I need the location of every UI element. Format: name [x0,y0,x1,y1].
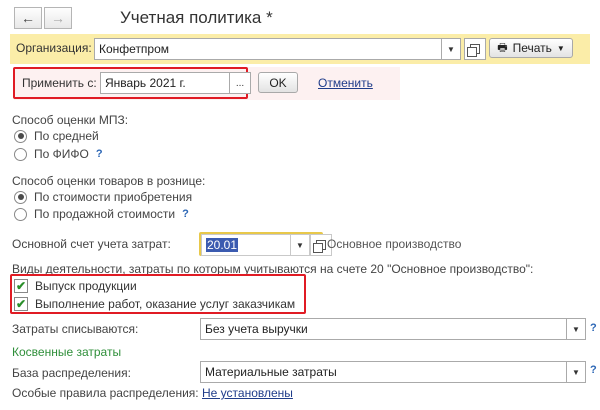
cost-account-value: 20.01 [206,238,239,252]
distribution-rules-link[interactable]: Не установлены [202,386,293,400]
writeoff-help-icon[interactable]: ? [590,322,597,334]
distribution-base-select[interactable]: Материальные затраты [200,361,567,383]
checkbox-checked-icon: ✔ [14,297,28,311]
cost-account-description: Основное производство [327,237,462,251]
radio-selected-icon [14,129,27,143]
distribution-base-label: База распределения: [12,366,131,380]
chevron-down-icon: ▼ [556,43,565,53]
print-button[interactable]: 🖶 Печать ▼ [489,38,573,58]
mpz-section-title: Способ оценки МПЗ: [12,113,129,127]
mpz-option-fifo[interactable]: По ФИФО ? [14,147,103,161]
activity-products-label: Выпуск продукции [35,279,137,293]
checkbox-checked-icon: ✔ [14,279,28,293]
mpz-option-average[interactable]: По средней [14,129,99,143]
radio-unselected-icon [14,147,27,161]
open-form-icon [467,44,480,57]
indirect-costs-title: Косвенные затраты [12,345,122,359]
organization-field-group: Конфетпром ▼ [94,38,486,60]
organization-input[interactable]: Конфетпром [94,38,442,60]
distribution-rules-label: Особые правила распределения: [12,386,199,400]
mpz-option-average-label: По средней [34,129,99,143]
distribution-base-group: Материальные затраты ▼ [200,361,586,383]
writeoff-group: Без учета выручки ▼ [200,318,586,340]
retail-option-purchase[interactable]: По стоимости приобретения [14,190,192,204]
retail-option-purchase-label: По стоимости приобретения [34,190,193,204]
ok-button[interactable]: OK [258,72,298,93]
apply-date-group: Январь 2021 г. ... [100,72,251,94]
chevron-down-icon: ▼ [447,44,455,54]
retail-option-sale[interactable]: По продажной стоимости ? [14,207,189,221]
printer-icon: 🖶 [497,41,508,54]
retail-section-title: Способ оценки товаров в рознице: [12,174,206,188]
chevron-down-icon: ▼ [296,240,304,250]
mpz-option-fifo-label: По ФИФО [34,147,89,161]
apply-date-input[interactable]: Январь 2021 г. [100,72,230,94]
help-icon[interactable]: ? [96,148,103,160]
print-button-label: Печать [512,41,552,55]
writeoff-select[interactable]: Без учета выручки [200,318,567,340]
help-icon[interactable]: ? [182,208,189,220]
arrow-right-icon: → [51,10,65,26]
apply-date-select-button[interactable]: ... [230,72,251,94]
back-button[interactable]: ← [14,7,42,29]
chevron-down-icon: ▼ [572,324,580,334]
organization-open-button[interactable] [464,38,486,60]
organization-dropdown-button[interactable]: ▼ [442,38,461,60]
distribution-base-dropdown-button[interactable]: ▼ [567,361,586,383]
arrow-left-icon: ← [21,10,35,26]
cost-account-input[interactable]: 20.01 [201,234,291,256]
activity-services-label: Выполнение работ, оказание услуг заказчи… [35,297,296,311]
activity-products[interactable]: ✔ Выпуск продукции [14,279,137,293]
forward-button[interactable]: → [44,7,72,29]
radio-selected-icon [14,190,27,204]
retail-option-sale-label: По продажной стоимости [34,207,176,221]
distribution-base-help-icon[interactable]: ? [590,364,597,376]
cost-account-group: 20.01 ▼ [201,234,332,256]
cost-account-dropdown-button[interactable]: ▼ [291,234,310,256]
radio-unselected-icon [14,207,27,221]
open-form-icon [313,240,326,253]
writeoff-dropdown-button[interactable]: ▼ [567,318,586,340]
page-title: Учетная политика * [120,8,273,27]
writeoff-label: Затраты списываются: [12,322,139,336]
chevron-down-icon: ▼ [572,367,580,377]
activity-services[interactable]: ✔ Выполнение работ, оказание услуг заказ… [14,297,295,311]
apply-date-label: Применить с: [22,76,97,90]
cost-account-label: Основной счет учета затрат: [12,237,171,251]
organization-label: Организация: [16,41,92,55]
cancel-link[interactable]: Отменить [318,76,373,90]
